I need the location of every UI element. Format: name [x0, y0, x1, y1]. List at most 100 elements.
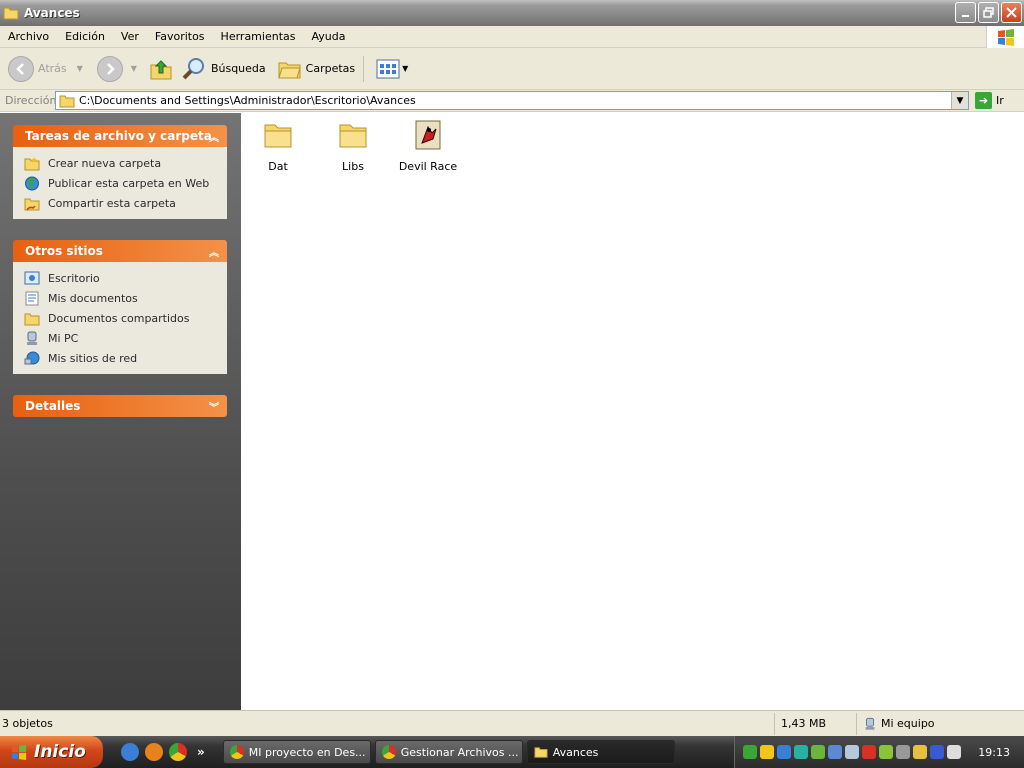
address-dropdown-button[interactable]: ▼	[951, 92, 968, 109]
collapse-icon[interactable]: ︽	[209, 244, 219, 259]
tray-app-icon[interactable]	[913, 745, 927, 759]
restore-button[interactable]	[978, 2, 999, 23]
task-new-folder[interactable]: Crear nueva carpeta	[24, 153, 227, 173]
taskbar-task-2[interactable]: Gestionar Archivos ...	[374, 740, 523, 764]
taskbar: Inicio » MI proyecto en Des... Gestionar…	[0, 736, 1024, 768]
task-share-folder[interactable]: Compartir esta carpeta	[24, 193, 227, 213]
views-icon	[376, 59, 400, 78]
title-bar[interactable]: Avances	[0, 0, 1024, 26]
go-button[interactable]: ➜ Ir	[975, 92, 1004, 109]
folders-button[interactable]: Carpetas	[277, 58, 355, 80]
address-input[interactable]: C:\Documents and Settings\Administrador\…	[55, 91, 969, 110]
folder-icon	[339, 124, 367, 148]
folder-icon	[24, 313, 40, 325]
place-my-documents[interactable]: Mis documentos	[24, 288, 227, 308]
toolbar-separator	[363, 55, 365, 82]
documents-icon	[25, 291, 39, 305]
file-folder-tasks-header[interactable]: Tareas de archivo y carpeta ︽	[13, 125, 227, 147]
clock[interactable]: 19:13	[978, 746, 1010, 759]
go-arrow-icon: ➜	[975, 92, 992, 109]
tray-app-icon[interactable]	[743, 745, 757, 759]
search-button[interactable]: Búsqueda	[181, 56, 266, 82]
tray-app-icon[interactable]	[879, 745, 893, 759]
place-label: Escritorio	[48, 271, 100, 285]
panel-title: Otros sitios	[25, 244, 103, 258]
status-size: 1,43 MB	[774, 712, 856, 735]
place-label: Documentos compartidos	[48, 311, 190, 325]
taskbar-task-3[interactable]: Avances	[526, 740, 675, 764]
minimize-icon	[961, 14, 969, 17]
status-location: Mi equipo	[856, 712, 935, 735]
place-shared-documents[interactable]: Documentos compartidos	[24, 308, 227, 328]
task-label: Avances	[552, 745, 599, 759]
minimize-button[interactable]	[955, 2, 976, 23]
close-button[interactable]	[1001, 2, 1022, 23]
task-label: Crear nueva carpeta	[48, 156, 162, 170]
details-header[interactable]: Detalles ︾	[13, 395, 227, 417]
back-button[interactable]: Atrás ▼	[8, 55, 83, 82]
task-label: Compartir esta carpeta	[48, 196, 176, 210]
go-label: Ir	[996, 94, 1004, 107]
file-item-devil-race[interactable]: Devil Race	[391, 119, 465, 173]
menu-edicion[interactable]: Edición	[57, 30, 113, 43]
firefox-icon[interactable]	[145, 743, 163, 761]
expand-icon[interactable]: ︾	[209, 399, 219, 414]
search-label: Búsqueda	[210, 62, 266, 75]
tray-app-icon[interactable]	[828, 745, 842, 759]
file-item-libs[interactable]: Libs	[316, 119, 390, 173]
file-name: Devil Race	[398, 160, 458, 173]
tray-app-icon[interactable]	[947, 745, 961, 759]
taskbar-task-1[interactable]: MI proyecto en Des...	[222, 740, 371, 764]
ie-icon[interactable]	[121, 743, 139, 761]
other-places-header[interactable]: Otros sitios ︽	[13, 240, 227, 262]
tray-app-icon[interactable]	[930, 745, 944, 759]
place-desktop[interactable]: Escritorio	[24, 268, 227, 288]
views-button[interactable]: ▼	[376, 59, 408, 79]
tray-app-icon[interactable]	[811, 745, 825, 759]
antivirus-icon[interactable]	[862, 745, 876, 759]
folder-icon	[534, 747, 548, 758]
quick-launch-more-icon[interactable]: »	[197, 745, 205, 759]
menu-ayuda[interactable]: Ayuda	[303, 30, 353, 43]
file-view[interactable]: Dat Libs Devil Race	[241, 113, 1024, 710]
place-network[interactable]: Mis sitios de red	[24, 348, 227, 368]
address-path: C:\Documents and Settings\Administrador\…	[79, 94, 416, 107]
windows-flag-icon	[997, 29, 1014, 46]
file-name: Dat	[268, 160, 288, 173]
search-icon	[182, 57, 204, 79]
security-shield-icon[interactable]	[760, 745, 774, 759]
tray-app-icon[interactable]	[896, 745, 910, 759]
forward-button[interactable]: ▼	[96, 55, 137, 82]
up-folder-button[interactable]	[149, 57, 173, 81]
menu-bar: Archivo Edición Ver Favoritos Herramient…	[0, 26, 1024, 48]
file-item-dat[interactable]: Dat	[241, 119, 315, 173]
windows-logo	[986, 26, 1024, 48]
back-dropdown-icon[interactable]: ▼	[77, 64, 83, 73]
menu-favoritos[interactable]: Favoritos	[147, 30, 213, 43]
computer-icon	[27, 331, 37, 345]
place-label: Mi PC	[48, 331, 79, 345]
views-dropdown-icon: ▼	[402, 64, 409, 73]
task-label: Gestionar Archivos ...	[400, 745, 519, 759]
address-bar: Dirección C:\Documents and Settings\Admi…	[0, 90, 1024, 112]
menu-herramientas[interactable]: Herramientas	[213, 30, 304, 43]
task-publish-web[interactable]: Publicar esta carpeta en Web	[24, 173, 227, 193]
place-my-computer[interactable]: Mi PC	[24, 328, 227, 348]
tray-app-icon[interactable]	[794, 745, 808, 759]
forward-arrow-icon	[96, 55, 123, 82]
collapse-icon[interactable]: ︽	[209, 129, 219, 144]
menu-archivo[interactable]: Archivo	[0, 30, 57, 43]
status-count: 3 objetos	[2, 717, 53, 730]
chrome-icon[interactable]	[169, 743, 187, 761]
menu-ver[interactable]: Ver	[113, 30, 147, 43]
forward-dropdown-icon[interactable]: ▼	[131, 64, 137, 73]
place-label: Mis documentos	[48, 291, 138, 305]
tray-app-icon[interactable]	[845, 745, 859, 759]
restore-icon	[983, 7, 994, 18]
chrome-icon	[229, 745, 244, 759]
network-icon[interactable]	[777, 745, 791, 759]
quick-launch: »	[121, 743, 205, 761]
network-icon	[24, 351, 40, 364]
start-button[interactable]: Inicio	[0, 736, 103, 768]
globe-icon	[25, 176, 39, 190]
